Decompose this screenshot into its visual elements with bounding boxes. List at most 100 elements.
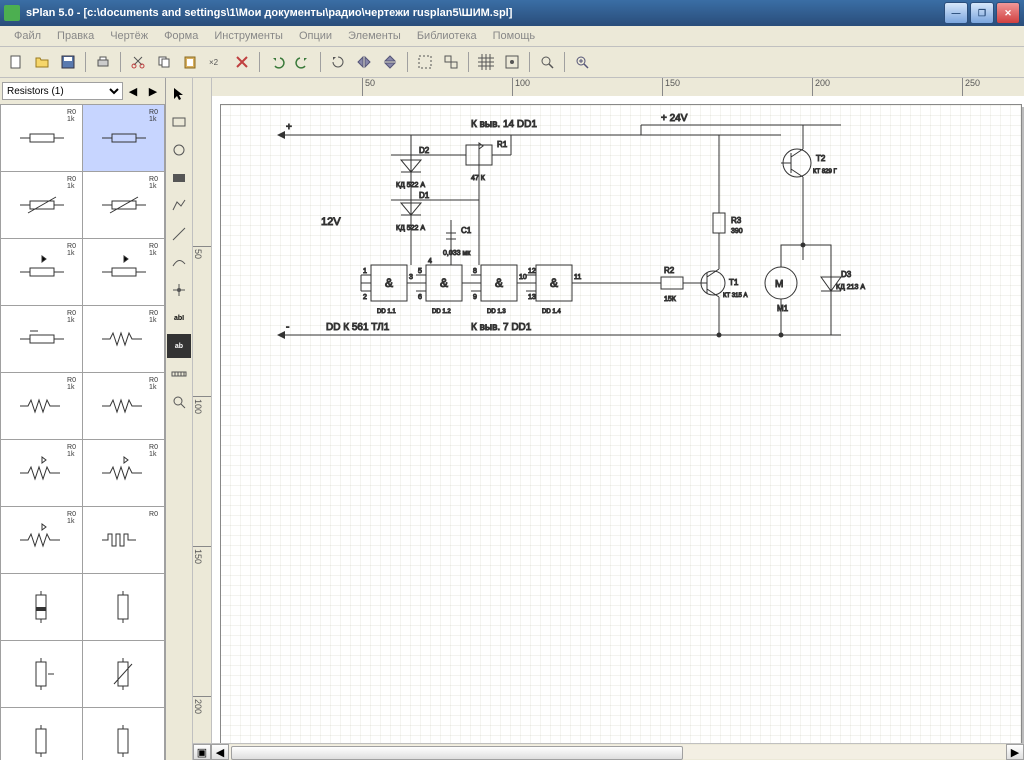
curve-tool[interactable]: [167, 250, 191, 274]
circle-tool[interactable]: [167, 138, 191, 162]
toolbar: ×2: [0, 47, 1024, 78]
text-tool[interactable]: abI: [167, 306, 191, 330]
palette-item[interactable]: R01k: [1, 507, 82, 573]
measure-tool[interactable]: [167, 362, 191, 386]
svg-text:3: 3: [409, 274, 413, 281]
svg-text:D2: D2: [419, 146, 430, 155]
palette-item[interactable]: R01k: [1, 239, 82, 305]
close-button[interactable]: ✕: [996, 2, 1020, 24]
titlebar[interactable]: sPlan 5.0 - [c:\documents and settings\1…: [0, 0, 1024, 26]
menu-drawing[interactable]: Чертёж: [102, 28, 156, 44]
svg-text:47 К: 47 К: [471, 175, 486, 182]
menu-tools[interactable]: Инструменты: [206, 28, 291, 44]
scroll-thumb[interactable]: [231, 746, 683, 760]
svg-text:10: 10: [519, 274, 527, 281]
library-select[interactable]: Resistors (1): [2, 82, 123, 100]
copy-button[interactable]: [152, 50, 176, 74]
duplicate-button[interactable]: ×2: [204, 50, 228, 74]
svg-text:&: &: [495, 276, 503, 290]
junction-tool[interactable]: [167, 278, 191, 302]
palette-item[interactable]: R0: [83, 507, 164, 573]
svg-text:6: 6: [418, 294, 422, 301]
fill-rect-tool[interactable]: [167, 166, 191, 190]
line-tool[interactable]: [167, 222, 191, 246]
palette-item[interactable]: [1, 708, 82, 760]
cut-button[interactable]: [126, 50, 150, 74]
palette-item[interactable]: R01k: [83, 105, 164, 171]
palette-item[interactable]: R01k: [83, 239, 164, 305]
palette-item[interactable]: R01k: [83, 172, 164, 238]
palette-item[interactable]: R01k: [1, 172, 82, 238]
zoom-button[interactable]: [570, 50, 594, 74]
delete-button[interactable]: [230, 50, 254, 74]
symbol-palette: R01kR01kR01kR01kR01kR01kR01kR01kR01kR01k…: [0, 104, 165, 760]
svg-text:R3: R3: [731, 216, 742, 225]
svg-text:К выв. 7 DD1: К выв. 7 DD1: [471, 322, 532, 333]
group-button[interactable]: [413, 50, 437, 74]
paste-button[interactable]: [178, 50, 202, 74]
scrollbar-horizontal[interactable]: ▣ ◀ ▶: [193, 743, 1024, 760]
svg-text:R2: R2: [664, 266, 675, 275]
palette-item[interactable]: R01k: [1, 105, 82, 171]
find-button[interactable]: [535, 50, 559, 74]
svg-text:T2: T2: [816, 154, 826, 163]
scroll-right-button[interactable]: ▶: [1006, 744, 1024, 760]
tab-button[interactable]: ▣: [193, 744, 211, 760]
maximize-button[interactable]: ❐: [970, 2, 994, 24]
menu-options[interactable]: Опции: [291, 28, 340, 44]
svg-text:-: -: [286, 322, 289, 333]
menu-library[interactable]: Библиотека: [409, 28, 485, 44]
palette-item[interactable]: [83, 708, 164, 760]
poly-tool[interactable]: [167, 194, 191, 218]
menu-file[interactable]: Файл: [6, 28, 49, 44]
svg-text:&: &: [550, 276, 558, 290]
palette-item[interactable]: [1, 641, 82, 707]
palette-item[interactable]: [83, 574, 164, 640]
menu-edit[interactable]: Правка: [49, 28, 102, 44]
page[interactable]: + К выв. 14 DD1 D2 КД 522 А R1 47 К D1 К…: [220, 104, 1022, 743]
undo-button[interactable]: [265, 50, 289, 74]
svg-text:8: 8: [473, 268, 477, 275]
zoom-tool[interactable]: [167, 390, 191, 414]
save-button[interactable]: [56, 50, 80, 74]
palette-item[interactable]: R01k: [83, 440, 164, 506]
open-button[interactable]: [30, 50, 54, 74]
palette-item[interactable]: R01k: [83, 306, 164, 372]
window-title: sPlan 5.0 - [c:\documents and settings\1…: [26, 7, 944, 19]
scroll-left-button[interactable]: ◀: [211, 744, 229, 760]
svg-text:&: &: [440, 276, 448, 290]
svg-text:T1: T1: [729, 278, 739, 287]
palette-item[interactable]: [1, 574, 82, 640]
svg-text:DD 1.3: DD 1.3: [487, 309, 506, 315]
palette-item[interactable]: [83, 641, 164, 707]
palette-item[interactable]: R01k: [83, 373, 164, 439]
drawing-canvas[interactable]: + К выв. 14 DD1 D2 КД 522 А R1 47 К D1 К…: [212, 96, 1024, 743]
svg-text:M: M: [775, 279, 783, 290]
canvas-area: 50 100 150 200 250 50 100 150 200 + К вы…: [193, 78, 1024, 760]
svg-text:DD 1.1: DD 1.1: [377, 309, 396, 315]
menubar: Файл Правка Чертёж Форма Инструменты Опц…: [0, 26, 1024, 47]
menu-help[interactable]: Помощь: [485, 28, 544, 44]
flip-h-button[interactable]: [352, 50, 376, 74]
menu-form[interactable]: Форма: [156, 28, 206, 44]
schematic: + К выв. 14 DD1 D2 КД 522 А R1 47 К D1 К…: [221, 105, 1021, 743]
new-button[interactable]: [4, 50, 28, 74]
snap-button[interactable]: [500, 50, 524, 74]
ungroup-button[interactable]: [439, 50, 463, 74]
menu-elements[interactable]: Элементы: [340, 28, 409, 44]
rotate-button[interactable]: [326, 50, 350, 74]
text-tool-inv[interactable]: ab: [167, 334, 191, 358]
pointer-tool[interactable]: [167, 82, 191, 106]
minimize-button[interactable]: —: [944, 2, 968, 24]
flip-v-button[interactable]: [378, 50, 402, 74]
lib-back-button[interactable]: ◀: [125, 83, 141, 99]
rect-tool[interactable]: [167, 110, 191, 134]
print-button[interactable]: [91, 50, 115, 74]
app-icon: [4, 5, 20, 21]
palette-item[interactable]: R01k: [1, 373, 82, 439]
redo-button[interactable]: [291, 50, 315, 74]
lib-fwd-button[interactable]: ▶: [145, 83, 161, 99]
palette-item[interactable]: R01k: [1, 306, 82, 372]
grid-button[interactable]: [474, 50, 498, 74]
palette-item[interactable]: R01k: [1, 440, 82, 506]
